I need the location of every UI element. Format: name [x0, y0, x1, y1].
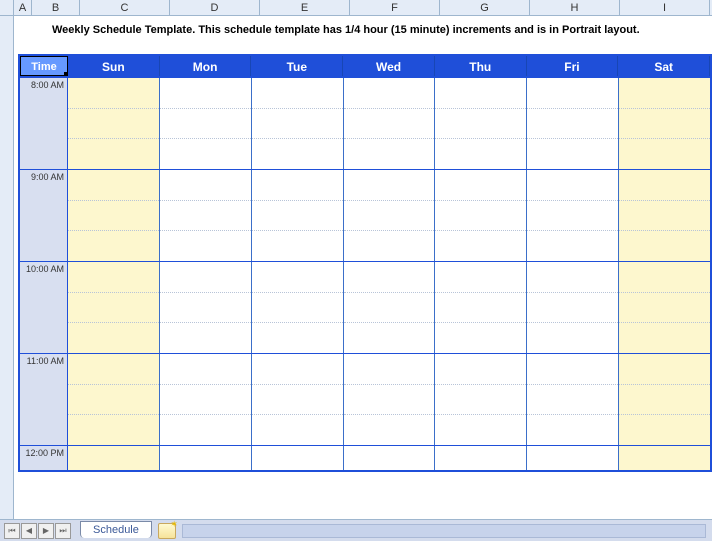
schedule-cell[interactable] [435, 170, 527, 261]
col-header-H[interactable]: H [530, 0, 620, 15]
column-header-row: A B C D E F G H I [0, 0, 712, 16]
schedule-cell[interactable] [619, 78, 710, 169]
schedule-cell[interactable] [68, 354, 160, 445]
worksheet-area: A B C D E F G H I Weekly Schedule Templa… [0, 0, 712, 519]
time-label[interactable]: 10:00 AM [20, 262, 68, 353]
schedule-body: 8:00 AM 9:00 AM [18, 78, 712, 472]
time-label[interactable]: 12:00 PM [20, 446, 68, 470]
schedule-cell[interactable] [619, 446, 710, 470]
sheet-tab-bar: ⏮ ◀ ▶ ⏭ Schedule [0, 519, 712, 541]
schedule-cell[interactable] [344, 354, 436, 445]
col-header-C[interactable]: C [80, 0, 170, 15]
schedule-cell[interactable] [435, 354, 527, 445]
row-header[interactable] [0, 16, 14, 44]
tab-next-icon[interactable]: ▶ [38, 523, 54, 539]
day-header-sat[interactable]: Sat [618, 56, 710, 76]
sheet-tab-schedule[interactable]: Schedule [80, 521, 152, 538]
schedule-cell[interactable] [160, 170, 252, 261]
col-header-F[interactable]: F [350, 0, 440, 15]
time-label[interactable]: 9:00 AM [20, 170, 68, 261]
day-header-sun[interactable]: Sun [68, 56, 160, 76]
schedule-cell[interactable] [527, 262, 619, 353]
day-header-tue[interactable]: Tue [251, 56, 343, 76]
schedule-cell[interactable] [435, 78, 527, 169]
day-header-thu[interactable]: Thu [435, 56, 527, 76]
tab-first-icon[interactable]: ⏮ [4, 523, 20, 539]
schedule-header-row: Time Sun Mon Tue Wed Thu Fri Sat [18, 54, 712, 78]
schedule-cell[interactable] [527, 354, 619, 445]
col-header-E[interactable]: E [260, 0, 350, 15]
schedule-cell[interactable] [252, 446, 344, 470]
time-label[interactable]: 11:00 AM [20, 354, 68, 445]
schedule-cell[interactable] [527, 446, 619, 470]
col-header-I[interactable]: I [620, 0, 710, 15]
schedule-cell[interactable] [68, 262, 160, 353]
schedule-cell[interactable] [344, 170, 436, 261]
col-header-A[interactable]: A [14, 0, 32, 15]
hour-row: 12:00 PM [20, 446, 710, 470]
horizontal-scrollbar[interactable] [182, 524, 706, 538]
schedule-cell[interactable] [252, 354, 344, 445]
template-description: Weekly Schedule Template. This schedule … [32, 24, 640, 36]
col-header-G[interactable]: G [440, 0, 530, 15]
time-column-header[interactable]: Time [20, 56, 68, 76]
schedule-cell[interactable] [619, 354, 710, 445]
schedule-cell[interactable] [344, 78, 436, 169]
schedule-cell[interactable] [527, 170, 619, 261]
schedule-cell[interactable] [619, 170, 710, 261]
tab-last-icon[interactable]: ⏭ [55, 523, 71, 539]
schedule-cell[interactable] [252, 170, 344, 261]
day-header-wed[interactable]: Wed [343, 56, 435, 76]
hour-row: 11:00 AM [20, 354, 710, 446]
select-all-corner[interactable] [0, 0, 14, 15]
schedule-cell[interactable] [68, 446, 160, 470]
time-label[interactable]: 8:00 AM [20, 78, 68, 169]
schedule-cell[interactable] [435, 446, 527, 470]
schedule-cell[interactable] [160, 354, 252, 445]
schedule-cell[interactable] [160, 446, 252, 470]
schedule-cell[interactable] [435, 262, 527, 353]
hour-row: 8:00 AM [20, 78, 710, 170]
col-header-D[interactable]: D [170, 0, 260, 15]
schedule-cell[interactable] [252, 262, 344, 353]
hour-row: 10:00 AM [20, 262, 710, 354]
schedule-cell[interactable] [619, 262, 710, 353]
schedule-cell[interactable] [527, 78, 619, 169]
schedule-cell[interactable] [252, 78, 344, 169]
schedule-cell[interactable] [344, 446, 436, 470]
row-header-column[interactable] [0, 44, 14, 519]
hour-row: 9:00 AM [20, 170, 710, 262]
schedule-cell[interactable] [68, 170, 160, 261]
col-header-B[interactable]: B [32, 0, 80, 15]
tab-prev-icon[interactable]: ◀ [21, 523, 37, 539]
schedule-cell[interactable] [160, 262, 252, 353]
schedule-cell[interactable] [160, 78, 252, 169]
schedule-cell[interactable] [68, 78, 160, 169]
day-header-fri[interactable]: Fri [527, 56, 619, 76]
tab-nav-buttons: ⏮ ◀ ▶ ⏭ [0, 523, 76, 539]
day-header-mon[interactable]: Mon [160, 56, 252, 76]
description-row: Weekly Schedule Template. This schedule … [0, 16, 712, 44]
schedule-table: Time Sun Mon Tue Wed Thu Fri Sat 8:00 AM [0, 44, 712, 519]
schedule-cell[interactable] [344, 262, 436, 353]
new-sheet-icon[interactable] [158, 523, 176, 539]
